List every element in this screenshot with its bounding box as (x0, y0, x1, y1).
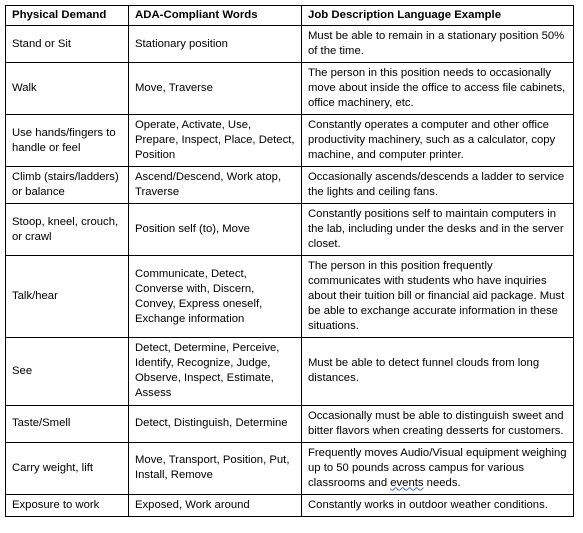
cell-physical-demand: Taste/Smell (5, 404, 129, 443)
ada-physical-demands-table-container: Physical Demand ADA-Compliant Words Job … (5, 4, 574, 517)
cell-job-description-example: Occasionally ascends/descends a ladder t… (301, 166, 574, 205)
cell-job-description-example: Must be able to remain in a stationary p… (301, 25, 574, 64)
example-text: Constantly positions self to maintain co… (308, 208, 564, 251)
cell-ada-compliant-words: Move, Transport, Position, Put, Install,… (128, 441, 302, 495)
cell-job-description-example: The person in this position needs to occ… (301, 62, 574, 116)
example-text-tail: needs. (423, 476, 461, 489)
example-text: The person in this position needs to occ… (308, 67, 566, 110)
cell-ada-compliant-words: Operate, Activate, Use, Prepare, Inspect… (128, 114, 302, 168)
table-row: Walk Move, Traverse The person in this pos… (5, 62, 574, 116)
cell-physical-demand: Carry weight, lift (5, 441, 129, 495)
cell-job-description-example: The person in this position frequently c… (301, 255, 574, 339)
table-header: Physical Demand ADA-Compliant Words Job … (5, 4, 574, 27)
cell-physical-demand: Use hands/fingers to handle or feel (5, 114, 129, 168)
cell-physical-demand: Exposure to work (5, 493, 129, 517)
table-row: Stoop, kneel, crouch, or crawl Position s… (5, 203, 574, 257)
example-text: Occasionally ascends/descends a ladder t… (308, 171, 565, 199)
cell-ada-compliant-words: Communicate, Detect, Converse with, Disc… (128, 255, 302, 339)
cell-job-description-example: Frequently moves Audio/Visual equipment … (301, 441, 574, 495)
table-row: Carry weight, lift Move, Transport, Posit… (5, 441, 574, 495)
cell-physical-demand: Talk/hear (5, 255, 129, 339)
table-row: Climb (stairs/ladders) or balance Ascend/… (5, 166, 574, 205)
column-header-job-description-language-example: Job Description Language Example (301, 4, 574, 27)
table-row: Stand or Sit Stationary position Must be a… (5, 25, 574, 64)
cell-ada-compliant-words: Stationary position (128, 25, 302, 64)
table-row: Taste/Smell Detect, Distinguish, Determin… (5, 404, 574, 443)
ada-physical-demands-table: Physical Demand ADA-Compliant Words Job … (5, 4, 574, 517)
table-row: Use hands/fingers to handle or feel Opera… (5, 114, 574, 168)
example-text: Constantly operates a computer and other… (308, 119, 556, 162)
example-text: Constantly works in outdoor weather cond… (308, 498, 548, 511)
cell-ada-compliant-words: Exposed, Work around (128, 493, 302, 517)
cell-physical-demand: Stand or Sit (5, 25, 129, 64)
cell-job-description-example: Must be able to detect funnel clouds fro… (301, 337, 574, 406)
column-header-physical-demand: Physical Demand (5, 4, 129, 27)
example-text: Occasionally must be able to distinguish… (308, 409, 564, 437)
table-header-row: Physical Demand ADA-Compliant Words Job … (5, 4, 574, 27)
table-row: Talk/hear Communicate, Detect, Converse w… (5, 255, 574, 339)
cell-physical-demand: Walk (5, 62, 129, 116)
cell-job-description-example: Constantly operates a computer and other… (301, 114, 574, 168)
example-text: Must be able to remain in a stationary p… (308, 30, 565, 58)
cell-job-description-example: Constantly positions self to maintain co… (301, 203, 574, 257)
table-body: Stand or Sit Stationary position Must be a… (5, 25, 574, 517)
cell-physical-demand: Climb (stairs/ladders) or balance (5, 166, 129, 205)
cell-physical-demand: See (5, 337, 129, 406)
cell-ada-compliant-words: Move, Traverse (128, 62, 302, 116)
table-row: See Detect, Determine, Perceive, Identify… (5, 337, 574, 406)
cell-ada-compliant-words: Ascend/Descend, Work atop, Traverse (128, 166, 302, 205)
cell-ada-compliant-words: Position self (to), Move (128, 203, 302, 257)
column-header-ada-compliant-words: ADA-Compliant Words (128, 4, 302, 27)
example-text: The person in this position frequently c… (308, 260, 565, 333)
cell-job-description-example: Constantly works in outdoor weather cond… (301, 493, 574, 517)
example-text: Must be able to detect funnel clouds fro… (308, 357, 540, 385)
cell-job-description-example: Occasionally must be able to distinguish… (301, 404, 574, 443)
spellcheck-underlined-word: events (390, 476, 424, 489)
cell-physical-demand: Stoop, kneel, crouch, or crawl (5, 203, 129, 257)
table-row: Exposure to work Exposed, Work around Cons… (5, 493, 574, 517)
cell-ada-compliant-words: Detect, Determine, Perceive, Identify, R… (128, 337, 302, 406)
cell-ada-compliant-words: Detect, Distinguish, Determine (128, 404, 302, 443)
